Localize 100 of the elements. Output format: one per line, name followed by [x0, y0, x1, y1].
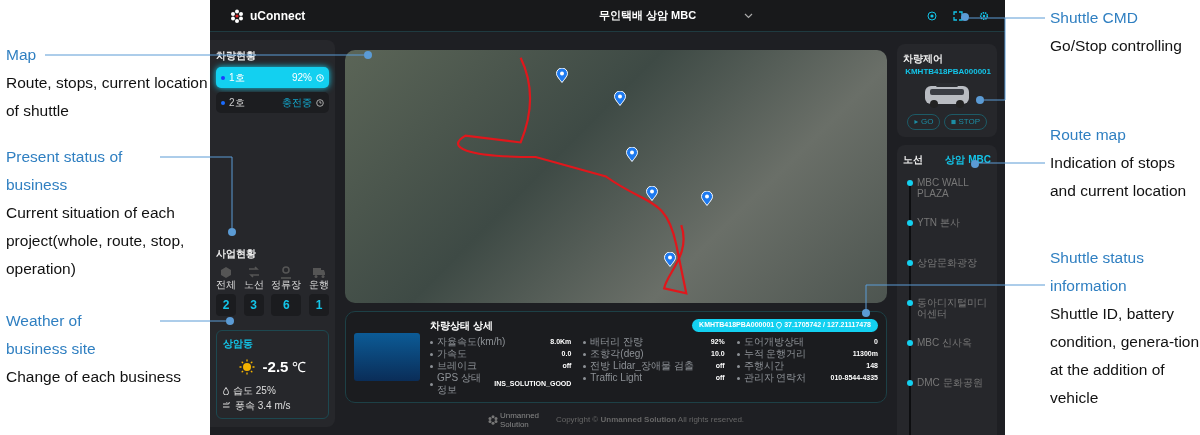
- vehicle-item[interactable]: 2호 충전중: [216, 92, 329, 113]
- stop-name[interactable]: 동아디지털미디어센터: [917, 297, 991, 319]
- truck-icon: [311, 265, 326, 279]
- section-title: 사업현황: [216, 247, 257, 261]
- stop-dot: [907, 300, 913, 306]
- company-name: Unmanned Solution: [499, 411, 541, 429]
- location-pin-icon: [776, 322, 783, 329]
- target-icon[interactable]: [927, 10, 937, 21]
- weather-location: 상암동: [223, 337, 254, 351]
- status-label: 조향각(deg): [590, 348, 644, 360]
- status-label: 도어개방상태: [743, 336, 804, 348]
- status-label: 전방 Lidar_장애물 검출: [590, 360, 694, 372]
- stop-name[interactable]: MBC WALL PLAZA: [917, 177, 991, 199]
- temperature-unit: ℃: [292, 359, 307, 375]
- app-logo-text: uConnect: [250, 7, 306, 25]
- bullet-dot: [430, 364, 433, 368]
- humidity-text: 습도 25%: [233, 384, 276, 398]
- count-value: 1: [308, 294, 329, 316]
- clock-icon: [316, 98, 324, 107]
- bullet-dot: [430, 382, 433, 386]
- status-label: 주행시간: [743, 360, 784, 372]
- bullet-dot: [430, 340, 433, 344]
- stop-dot: [907, 180, 913, 186]
- callout-text: Indication of stops and current location: [1050, 153, 1188, 201]
- status-label: 브레이크: [437, 360, 477, 372]
- status-dot: [221, 100, 225, 105]
- company-logo-icon: [487, 415, 498, 425]
- status-label: 관리자 연락처: [743, 372, 807, 384]
- bullet-dot: [736, 352, 740, 356]
- settings-icon[interactable]: [979, 10, 989, 21]
- panel-title: 차량상태 상세: [430, 319, 493, 333]
- bullet-dot: [736, 376, 740, 380]
- count-value: 2: [216, 294, 236, 316]
- stop-icon: [951, 119, 957, 125]
- hexagon-logo-icon: [230, 8, 244, 23]
- chevron-down-icon[interactable]: [744, 12, 754, 19]
- status-label: Traffic Light: [590, 372, 643, 384]
- bullet-dot: [736, 340, 740, 344]
- section-title: 차량현황: [216, 49, 257, 63]
- category-label: 정류장: [271, 279, 302, 291]
- arrows-icon: [246, 265, 261, 279]
- map-pin-icon: [701, 191, 714, 207]
- callout-title: Weather of business site: [6, 311, 97, 359]
- wind-text: 풍속 3.4 m/s: [235, 399, 291, 413]
- stop-dot: [907, 260, 913, 266]
- section-title: 차량제어: [903, 52, 944, 66]
- stop-dot: [907, 220, 913, 226]
- stop-name[interactable]: 상암문화광장: [917, 257, 977, 268]
- site-title: 무인택배 상암 MBC: [598, 8, 697, 24]
- bullet-dot: [583, 376, 587, 380]
- sun-icon: [238, 359, 255, 375]
- stop-name[interactable]: DMC 문화공원: [917, 377, 983, 388]
- box-icon: [219, 265, 233, 279]
- play-icon: [913, 119, 919, 125]
- callout-text: Go/Stop controlling: [1050, 36, 1183, 56]
- callout-title: Map: [6, 45, 37, 65]
- bullet-dot: [430, 352, 433, 356]
- bullet-dot: [583, 364, 587, 368]
- vehicle-status: 충전중: [282, 96, 312, 110]
- callout-text: Shuttle ID, battery condition, genera-tion at the addition of vehicle: [1050, 304, 1200, 408]
- count-value: 3: [243, 294, 264, 316]
- copyright-text: Copyright © Unmanned Solution All rights reserved.: [555, 414, 745, 426]
- map-pin-icon: [646, 186, 659, 202]
- stop-name[interactable]: YTN 본사: [917, 217, 960, 228]
- map-pin-icon: [664, 252, 677, 268]
- vehicle-item[interactable]: 1호 92%: [216, 67, 329, 88]
- status-label: 가속도: [437, 348, 467, 360]
- callout-text: Change of each business: [6, 367, 182, 387]
- category-label: 전체: [216, 279, 236, 291]
- temperature-value: -2.5: [262, 358, 289, 375]
- vehicle-id: KMHTB418PBA000001: [904, 66, 991, 78]
- person-icon: [279, 265, 294, 279]
- callout-title: Shuttle CMD: [1050, 8, 1138, 28]
- callout-text: Current situation of each project(whole, route, stop, operation): [6, 203, 186, 279]
- bullet-dot: [736, 364, 740, 368]
- clock-icon: [316, 73, 324, 82]
- map-pin-icon: [614, 90, 626, 106]
- callout-title: Route map: [1050, 125, 1126, 145]
- fullscreen-icon[interactable]: [953, 10, 963, 21]
- stop-name[interactable]: MBC 신사옥: [917, 337, 972, 348]
- callout-title: Shuttle status information: [1050, 248, 1145, 296]
- callout-text: Route, stops, current location of shuttle: [6, 73, 209, 121]
- status-label: GPS 상태정보: [437, 372, 482, 396]
- droplet-icon: [223, 386, 229, 395]
- count-value: 6: [271, 294, 302, 316]
- stop-dot: [907, 380, 913, 386]
- stop-dot: [907, 340, 913, 346]
- category-label: 노선: [243, 279, 264, 291]
- status-label: 누적 운행거리: [743, 348, 807, 360]
- vehicle-name: 2호: [229, 96, 246, 110]
- bullet-dot: [583, 352, 587, 356]
- status-dot: [221, 75, 225, 80]
- wind-icon: [223, 402, 231, 409]
- section-title: 노선: [903, 153, 923, 167]
- screen-thumbnail: [354, 333, 420, 381]
- map-pin-icon: [555, 67, 568, 83]
- vehicle-status: 92%: [292, 71, 312, 85]
- status-label: 배터리 잔량: [590, 336, 644, 348]
- status-label: 자율속도(km/h): [437, 336, 506, 348]
- bullet-dot: [583, 340, 587, 344]
